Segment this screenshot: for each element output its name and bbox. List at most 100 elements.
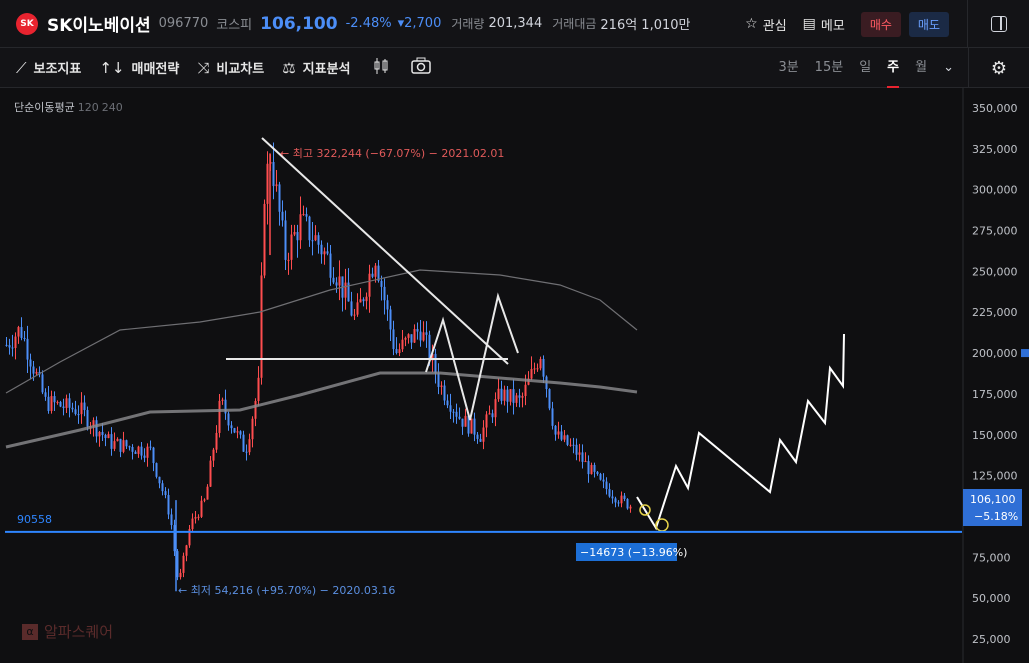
candle-body — [359, 299, 362, 303]
header-bar: SK SK이노베이션 096770 코스피 106,100 -2.48% ▾2,… — [0, 0, 1029, 48]
candle-body — [206, 486, 209, 500]
candle-body — [134, 451, 137, 454]
candle-body — [587, 461, 590, 475]
candle-body — [299, 214, 302, 241]
candle-body — [107, 434, 110, 439]
candle-body — [332, 277, 335, 283]
candle-body — [23, 337, 26, 339]
compare-button[interactable]: ⤨ 비교차트 — [197, 58, 264, 78]
chart-toolbar: ⟋ 보조지표 ↑↓ 매매전략 ⤨ 비교차트 ⚖ 지표분석 3분 15분 일 주 … — [0, 48, 1029, 88]
candle-body — [62, 406, 65, 408]
candle-body — [53, 396, 56, 403]
candle-body — [560, 431, 563, 440]
y-tick-label: 25,000 — [972, 633, 1011, 646]
candle-body — [191, 518, 194, 530]
candle-body — [26, 338, 29, 360]
y-tick-label: 150,000 — [972, 429, 1018, 442]
period-month[interactable]: 월 — [915, 48, 927, 88]
candle-body — [170, 514, 173, 526]
candle-body — [239, 431, 242, 435]
candle-body — [401, 339, 404, 350]
candle-type-icon[interactable] — [373, 57, 389, 79]
candle-body — [626, 498, 629, 509]
camera-icon[interactable] — [410, 57, 431, 79]
candle-body — [452, 411, 455, 413]
memo-button[interactable]: ▤ 메모 — [803, 15, 845, 34]
panel-toggle-button[interactable] — [968, 0, 1029, 48]
candle-body — [473, 418, 476, 435]
period-15min[interactable]: 15분 — [815, 48, 844, 88]
candle-body — [530, 369, 533, 379]
candle-body — [440, 385, 443, 387]
candle-body — [497, 388, 500, 400]
candle-body — [242, 434, 245, 452]
strategy-button[interactable]: ↑↓ 매매전략 — [99, 58, 179, 78]
y-tick-label: 300,000 — [972, 184, 1018, 197]
y-tick-label: 75,000 — [972, 551, 1011, 564]
candle-body — [512, 389, 515, 403]
candle-body — [11, 347, 14, 349]
candle-body — [77, 414, 80, 416]
period-3min[interactable]: 3분 — [778, 48, 798, 88]
period-week[interactable]: 주 — [887, 48, 900, 88]
chart-background — [0, 88, 1029, 663]
candle-body — [83, 402, 86, 411]
candle-body — [86, 410, 89, 427]
candle-body — [443, 385, 446, 401]
candle-body — [140, 446, 143, 456]
indicators-button[interactable]: ⟋ 보조지표 — [16, 58, 81, 78]
chevron-down-icon[interactable]: ⌄ — [943, 48, 954, 88]
candle-body — [371, 273, 374, 277]
sell-button[interactable]: 매도 — [908, 11, 949, 37]
candle-body — [20, 327, 23, 338]
sk-logo: SK — [16, 12, 38, 35]
candle-body — [137, 446, 140, 454]
candle-body — [404, 337, 407, 340]
candle-body — [422, 332, 425, 341]
change-percent: -2.48% — [345, 16, 392, 31]
buy-button[interactable]: 매수 — [860, 11, 901, 37]
candle-body — [407, 334, 410, 338]
candle-body — [302, 214, 305, 216]
candle-body — [551, 408, 554, 426]
candle-body — [293, 232, 296, 235]
stock-name[interactable]: SK이노베이션 — [47, 11, 151, 36]
candle-body — [254, 400, 257, 419]
candle-body — [458, 416, 461, 419]
candle-body — [176, 551, 179, 578]
analysis-button[interactable]: ⚖ 지표분석 — [282, 58, 350, 78]
candle-body — [353, 314, 356, 316]
ma-legend[interactable]: 단순이동평균 120 240 — [14, 99, 123, 115]
y-tick-label: 200,000 — [972, 347, 1018, 360]
candle-body — [413, 329, 416, 343]
candle-body — [290, 234, 293, 260]
candle-body — [251, 418, 254, 440]
period-day[interactable]: 일 — [859, 48, 871, 88]
candle-body — [374, 265, 377, 277]
candle-body — [278, 184, 281, 212]
candle-body — [104, 434, 107, 439]
candle-body — [596, 471, 599, 474]
candle-body — [476, 434, 479, 439]
candle-body — [416, 329, 419, 332]
volume-value: 201,344 — [488, 16, 543, 31]
candle-body — [464, 415, 467, 427]
price-chart[interactable]: 350,000 325,000 300,000 275,000 250,000 225,0… — [0, 88, 1029, 663]
candle-body — [425, 332, 428, 335]
axis-marker — [1021, 349, 1029, 358]
candle-body — [65, 398, 68, 408]
watch-button[interactable]: ☆ 관심 — [745, 15, 786, 34]
gear-icon[interactable]: ⚙ — [968, 48, 1029, 88]
candle-body — [68, 398, 71, 408]
candle-body — [611, 496, 614, 499]
analysis-icon: ⚖ — [282, 58, 296, 77]
candle-body — [584, 461, 587, 463]
candle-body — [563, 435, 566, 440]
star-icon: ☆ — [745, 16, 758, 32]
candle-body — [17, 327, 20, 337]
candle-body — [122, 440, 125, 452]
y-tick-label: 175,000 — [972, 388, 1018, 401]
candle-body — [233, 428, 236, 433]
candle-body — [101, 431, 104, 435]
candle-body — [287, 259, 290, 261]
